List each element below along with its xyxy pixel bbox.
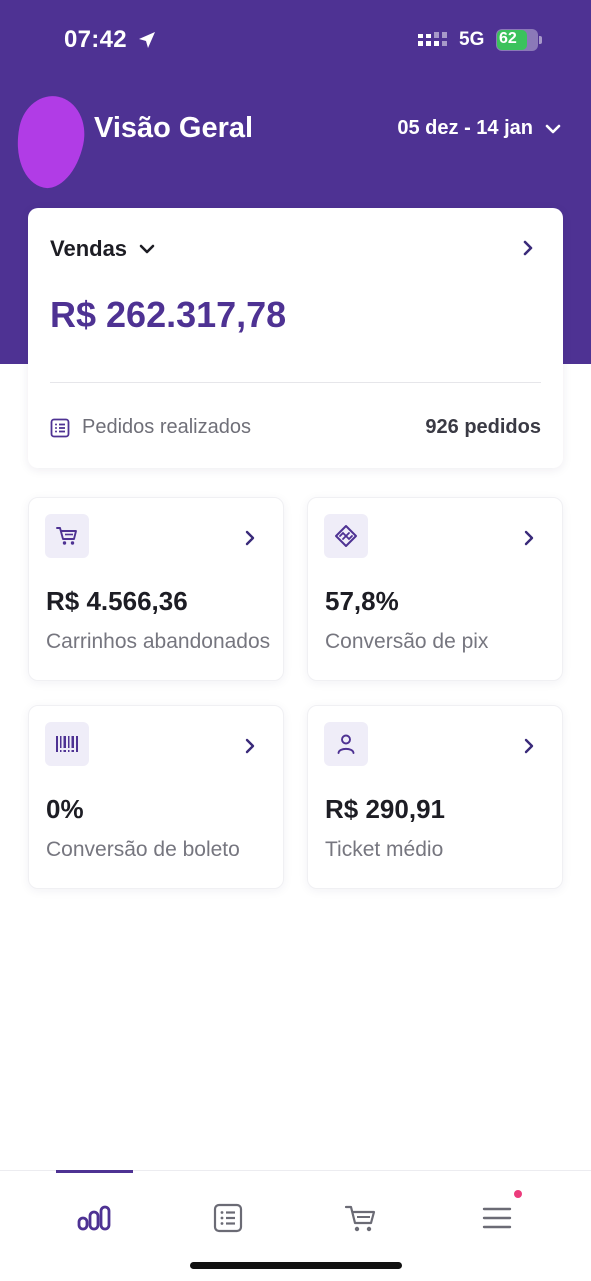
orders-list-icon (50, 418, 70, 438)
date-range-selector[interactable]: 05 dez - 14 jan (397, 117, 561, 140)
date-range-label: 05 dez - 14 jan (397, 117, 533, 139)
metric-label: Carrinhos abandonados (46, 630, 271, 653)
chevron-right-icon[interactable] (523, 240, 533, 256)
divider (50, 382, 541, 383)
metric-value: 0% (46, 794, 84, 824)
nav-menu[interactable] (477, 1201, 517, 1235)
signal-icon (418, 32, 447, 46)
chevron-right-icon[interactable] (245, 738, 255, 754)
sales-card[interactable]: Vendas R$ 262.317,78 Pedidos realizados … (28, 208, 563, 468)
list-icon (213, 1203, 243, 1233)
nav-overview[interactable] (74, 1201, 114, 1235)
notification-dot (514, 1190, 522, 1198)
pix-conversion-card[interactable]: 57,8% Conversão de pix (307, 497, 563, 681)
orders-count: 926 pedidos (425, 416, 541, 438)
chevron-right-icon[interactable] (245, 530, 255, 546)
boleto-conversion-card[interactable]: 0% Conversão de boleto (28, 705, 284, 889)
metric-label: Ticket médio (325, 838, 444, 861)
pix-icon (324, 514, 368, 558)
chevron-right-icon[interactable] (524, 530, 534, 546)
sales-title: Vendas (50, 236, 128, 261)
sales-dropdown[interactable]: Vendas (50, 236, 155, 262)
metric-value: 57,8% (325, 586, 399, 616)
sales-total: R$ 262.317,78 (50, 294, 287, 335)
menu-icon (482, 1207, 512, 1229)
cart-icon (344, 1205, 376, 1232)
active-tab-indicator (56, 1170, 133, 1173)
chevron-down-icon (139, 244, 155, 254)
metric-value: R$ 290,91 (325, 794, 445, 824)
battery-level: 62 (499, 30, 517, 47)
chevron-down-icon (545, 124, 561, 133)
location-arrow-icon (139, 32, 155, 48)
page-title: Visão Geral (94, 112, 254, 144)
battery-icon: 62 (496, 29, 542, 51)
user-icon (324, 722, 368, 766)
orders-label: Pedidos realizados (82, 416, 251, 438)
nav-orders[interactable] (208, 1201, 248, 1235)
metric-label: Conversão de boleto (46, 838, 240, 861)
abandoned-carts-card[interactable]: R$ 4.566,36 Carrinhos abandonados (28, 497, 284, 681)
chevron-right-icon[interactable] (524, 738, 534, 754)
barcode-icon (45, 722, 89, 766)
metric-label: Conversão de pix (325, 630, 489, 653)
metric-value: R$ 4.566,36 (46, 586, 188, 616)
status-time: 07:42 (64, 26, 127, 53)
home-indicator[interactable] (190, 1262, 402, 1269)
network-label: 5G (459, 29, 485, 50)
average-ticket-card[interactable]: R$ 290,91 Ticket médio (307, 705, 563, 889)
cart-icon (45, 514, 89, 558)
nav-cart[interactable] (341, 1201, 381, 1235)
chart-icon (77, 1205, 111, 1231)
